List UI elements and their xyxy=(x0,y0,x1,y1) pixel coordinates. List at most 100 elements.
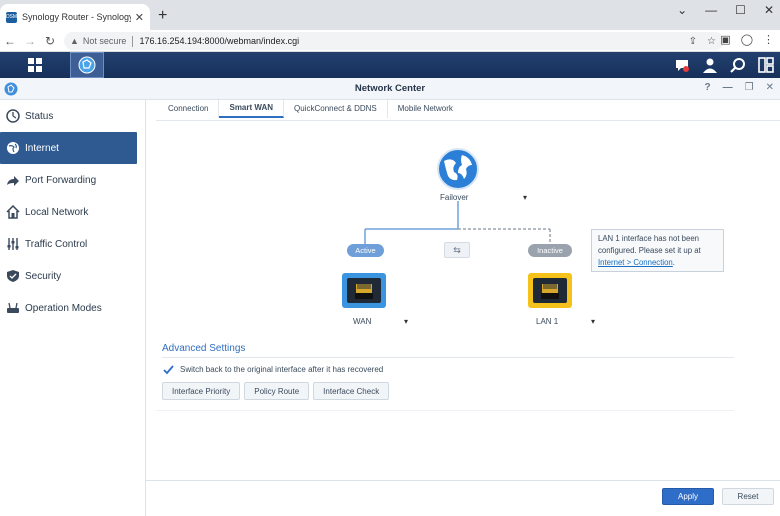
sidebar-item-security[interactable]: Security xyxy=(0,260,137,292)
grid-icon xyxy=(28,58,42,72)
sidebar-item-label: Traffic Control xyxy=(25,238,88,250)
buttons-divider xyxy=(156,410,734,411)
sidebar-item-label: Status xyxy=(25,110,54,122)
help-icon[interactable]: ? xyxy=(705,82,711,93)
sliders-icon xyxy=(6,237,20,251)
tab-quickconnect-ddns[interactable]: QuickConnect & DDNS xyxy=(284,98,388,118)
window-minimize-icon[interactable]: — xyxy=(723,82,733,93)
profile-icon[interactable]: ◯ xyxy=(741,33,753,46)
window-title-controls: ? — ❐ ✕ xyxy=(705,82,774,93)
advanced-divider xyxy=(162,357,734,358)
reload-icon[interactable]: ↻ xyxy=(40,34,60,48)
arrow-icon xyxy=(6,173,20,187)
browser-toolbar-right: ▣ ◯ ⋮ xyxy=(720,33,774,46)
network-center-task-button[interactable] xyxy=(70,52,104,78)
window-close-icon[interactable]: ✕ xyxy=(766,82,774,93)
advanced-settings-title: Advanced Settings xyxy=(162,343,246,354)
router-icon xyxy=(6,301,20,315)
sidebar-item-port-forwarding[interactable]: Port Forwarding xyxy=(0,164,137,196)
notification-icon[interactable] xyxy=(672,55,692,75)
maximize-icon[interactable]: ☐ xyxy=(735,3,746,17)
not-secure-label: Not secure xyxy=(82,36,127,46)
window-controls: ⌄ — ☐ ✕ xyxy=(677,3,774,17)
browser-tab-title: Synology Router - SynologyRou xyxy=(22,12,131,22)
status-icon xyxy=(6,109,20,123)
dsm-taskbar-right xyxy=(672,55,776,75)
wan-label: WAN xyxy=(353,317,372,326)
widgets-icon[interactable] xyxy=(756,55,776,75)
sidebar-item-label: Port Forwarding xyxy=(25,174,97,186)
side-panel-icon[interactable]: ▣ xyxy=(720,33,730,46)
reset-button[interactable]: Reset xyxy=(722,488,774,505)
tab-search-icon[interactable]: ⌄ xyxy=(677,3,687,17)
tooltip-text: LAN 1 interface has not been configured.… xyxy=(598,234,701,255)
back-icon[interactable]: ← xyxy=(0,34,20,48)
sidebar-item-traffic-control[interactable]: Traffic Control xyxy=(0,228,137,260)
sidebar-item-label: Operation Modes xyxy=(25,302,102,314)
sidebar-item-internet[interactable]: Internet xyxy=(0,132,137,164)
failover-mode-label: Failover xyxy=(440,193,469,202)
tooltip-end: . xyxy=(672,258,675,267)
tab-smart-wan[interactable]: Smart WAN xyxy=(219,98,285,118)
close-window-icon[interactable]: ✕ xyxy=(764,3,774,17)
shield-icon xyxy=(6,269,20,283)
browser-menu-icon[interactable]: ⋮ xyxy=(763,33,774,46)
failover-globe-icon xyxy=(436,147,480,196)
sidebar-item-label: Internet xyxy=(25,142,59,154)
home-icon xyxy=(6,205,20,219)
interface-priority-button[interactable]: Interface Priority xyxy=(162,382,241,400)
internet-connection-link[interactable]: Internet > Connection xyxy=(598,258,673,267)
globe-icon xyxy=(6,141,20,155)
omnibox-separator xyxy=(132,35,134,47)
dsm-favicon-icon: DSM xyxy=(6,11,17,23)
browser-tab-bar: DSM Synology Router - SynologyRou ✕ + ⌄ … xyxy=(0,0,780,30)
inactive-badge: Inactive xyxy=(528,244,572,257)
forward-icon[interactable]: → xyxy=(20,34,40,48)
checkbox-checked-icon[interactable] xyxy=(163,364,174,375)
wan-port-icon xyxy=(342,273,386,308)
lan-port-icon xyxy=(528,273,572,308)
search-icon[interactable] xyxy=(728,55,748,75)
lan1-dropdown-icon[interactable]: ▾ xyxy=(591,317,595,326)
switch-back-checkbox-row[interactable]: Switch back to the original interface af… xyxy=(163,364,383,375)
window-restore-icon[interactable]: ❐ xyxy=(745,82,754,93)
sidebar-item-local-network[interactable]: Local Network xyxy=(0,196,137,228)
sidebar-item-label: Local Network xyxy=(25,206,89,218)
apply-button[interactable]: Apply xyxy=(662,488,714,505)
address-bar-row: ← → ↻ ▲ Not secure 176.16.254.194:8000/w… xyxy=(0,30,780,52)
wan-dropdown-icon[interactable]: ▾ xyxy=(404,317,408,326)
url-omnibox[interactable]: ▲ Not secure 176.16.254.194:8000/webman/… xyxy=(64,32,724,50)
tab-connection[interactable]: Connection xyxy=(158,98,220,118)
sidebar: Status Internet Port Forwarding Local Ne… xyxy=(0,100,146,516)
sidebar-item-status[interactable]: Status xyxy=(0,100,137,132)
sidebar-item-label: Security xyxy=(25,270,62,282)
lan1-label: LAN 1 xyxy=(536,317,559,326)
lan1-warning-tooltip: LAN 1 interface has not been configured.… xyxy=(591,229,724,272)
main-menu-button[interactable] xyxy=(18,52,52,78)
share-icon[interactable]: ⇪ xyxy=(689,36,697,47)
switch-interface-button[interactable]: ⇆ xyxy=(444,242,470,258)
browser-tab[interactable]: DSM Synology Router - SynologyRou ✕ xyxy=(0,4,150,30)
advanced-buttons: Interface Priority Policy Route Interfac… xyxy=(162,382,390,400)
policy-route-button[interactable]: Policy Route xyxy=(244,382,310,400)
sidebar-item-operation-modes[interactable]: Operation Modes xyxy=(0,292,137,324)
bookmark-star-icon[interactable]: ☆ xyxy=(707,36,716,47)
network-center-app-icon xyxy=(4,82,18,96)
content-tabs: Connection Smart WAN QuickConnect & DDNS… xyxy=(158,98,463,120)
user-icon[interactable] xyxy=(700,55,720,75)
failover-dropdown-icon[interactable]: ▾ xyxy=(523,193,527,202)
new-tab-icon[interactable]: + xyxy=(158,7,167,25)
warning-icon: ▲ xyxy=(70,36,79,46)
window-titlebar: Network Center ? — ❐ ✕ xyxy=(0,78,780,100)
switch-back-label: Switch back to the original interface af… xyxy=(180,365,384,374)
interface-check-button[interactable]: Interface Check xyxy=(313,382,390,400)
active-badge: Active xyxy=(347,244,384,257)
dsm-taskbar xyxy=(0,52,780,78)
window-title: Network Center xyxy=(354,83,426,94)
network-center-icon xyxy=(78,56,96,74)
swap-arrows-icon: ⇆ xyxy=(453,244,461,255)
tab-mobile-network[interactable]: Mobile Network xyxy=(388,98,463,118)
minimize-icon[interactable]: — xyxy=(705,3,717,17)
url-text[interactable]: 176.16.254.194:8000/webman/index.cgi xyxy=(139,36,299,46)
close-tab-icon[interactable]: ✕ xyxy=(135,11,144,24)
